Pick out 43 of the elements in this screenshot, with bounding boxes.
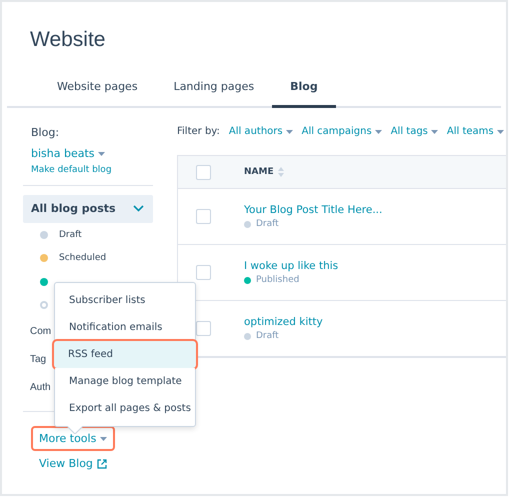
sort-icon (278, 167, 284, 177)
checkbox[interactable] (196, 265, 211, 280)
blog-dropdown[interactable]: bisha beats (31, 147, 106, 160)
status-filter[interactable]: Draft (59, 230, 82, 240)
caret-icon (374, 130, 382, 134)
status-filter[interactable]: Scheduled (59, 253, 106, 264)
filter-label: Filter by: (177, 126, 220, 137)
post-title-link[interactable]: I woke up like this (244, 260, 338, 272)
page-title: Website (30, 28, 106, 52)
tab[interactable]: Blog (272, 74, 336, 108)
external-link-icon (96, 458, 107, 468)
caret-icon (430, 130, 438, 134)
post-title-link[interactable]: optimized kitty (244, 316, 323, 328)
checkbox[interactable] (196, 321, 211, 336)
post-title-link[interactable]: Your Blog Post Title Here... (244, 204, 382, 216)
sidebar-label: Tag (30, 354, 46, 365)
caret-icon (98, 152, 106, 156)
sidebar-label: Com (30, 326, 52, 337)
post-status: Published (256, 275, 300, 285)
filter-dropdown[interactable]: All tags (390, 126, 438, 137)
caret-icon (286, 130, 293, 134)
column-header[interactable]: NAME (244, 167, 274, 177)
filter-dropdown[interactable]: All authors (228, 126, 293, 137)
caret-icon (100, 436, 107, 441)
tab[interactable]: Website pages (39, 74, 156, 108)
post-status: Draft (256, 219, 279, 229)
sidebar-section[interactable]: All blog posts (23, 195, 153, 223)
menu-item[interactable]: Notification emails (55, 314, 195, 341)
menu-item[interactable]: Export all pages & posts (55, 395, 195, 422)
filter-dropdown[interactable]: All campaigns (302, 126, 382, 137)
caret-icon (496, 130, 504, 134)
sidebar-label: Auth (30, 382, 51, 393)
view-blog-link[interactable]: View Blog (39, 457, 107, 470)
make-default-link[interactable]: Make default blog (31, 165, 112, 175)
menu-item[interactable]: Subscriber lists (55, 287, 195, 314)
checkbox[interactable] (196, 209, 211, 224)
post-status: Draft (256, 331, 279, 341)
tab[interactable]: Landing pages (156, 74, 272, 108)
blog-label: Blog: (31, 126, 60, 139)
checkbox[interactable] (196, 164, 211, 180)
filter-dropdown[interactable]: All teams (446, 126, 504, 137)
menu-item[interactable]: RSS feed (54, 341, 196, 368)
menu-item[interactable]: Manage blog template (55, 368, 195, 395)
